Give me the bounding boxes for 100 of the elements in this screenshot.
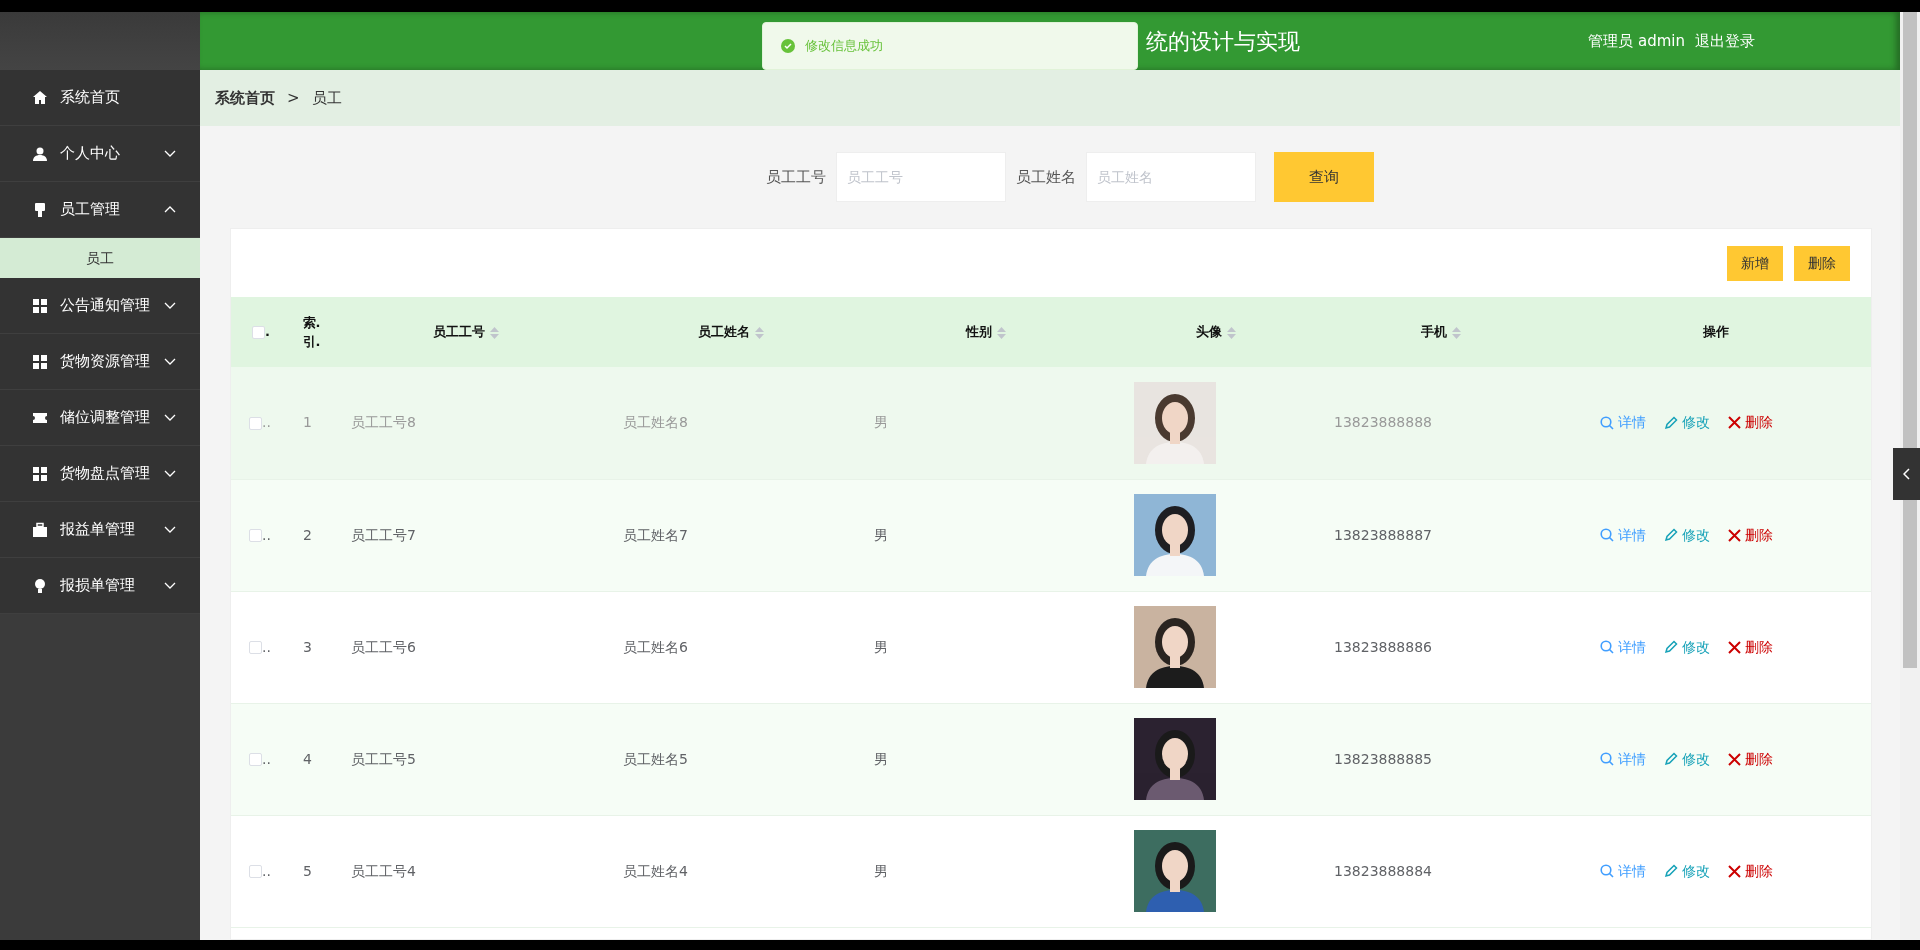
edit-link[interactable]: 修改 — [1664, 524, 1710, 546]
breadcrumb-separator: > — [287, 87, 300, 109]
ellipsis-text: .. — [262, 526, 271, 543]
table-cell: 员工姓名4 — [623, 862, 688, 879]
column-header: 手机 — [1421, 324, 1447, 340]
sidebar-item[interactable]: 报益单管理 — [0, 502, 200, 558]
delete-link[interactable]: 删除 — [1728, 524, 1773, 546]
delete-link[interactable]: 删除 — [1728, 748, 1773, 770]
column-header: 性别 — [966, 324, 992, 340]
table-cell: 男 — [874, 414, 888, 431]
scrollbar[interactable] — [1900, 12, 1920, 940]
table-cell: 13823888886 — [1334, 638, 1432, 655]
table-cell: 13823888884 — [1334, 862, 1432, 879]
search-icon — [1600, 752, 1614, 766]
field-label: 员工工号 — [766, 166, 826, 188]
ellipsis-text: .. — [262, 638, 271, 655]
home-icon — [32, 89, 48, 106]
grid-icon — [32, 353, 48, 370]
ellipsis-text: . — [265, 324, 270, 340]
sort-icon[interactable] — [997, 326, 1006, 339]
sort-icon[interactable] — [1452, 326, 1461, 339]
sidebar-item[interactable]: 个人中心 — [0, 126, 200, 182]
close-icon — [1728, 640, 1741, 654]
sidebar-subitem[interactable]: 员工 — [0, 238, 200, 278]
search-field[interactable]: 员工工号 — [836, 152, 1006, 202]
lightbulb-icon — [32, 577, 48, 594]
table-cell: 男 — [874, 862, 888, 879]
table-cell: 13823888887 — [1334, 526, 1432, 543]
collapse-tab[interactable] — [1893, 448, 1920, 500]
table-cell: 13823888888 — [1334, 414, 1432, 431]
sort-icon[interactable] — [755, 326, 764, 339]
sidebar-item[interactable]: 货物盘点管理 — [0, 446, 200, 502]
delete-button[interactable]: 删除 — [1794, 245, 1850, 281]
edit-link[interactable]: 修改 — [1664, 636, 1710, 658]
table-cell: 员工工号6 — [351, 638, 416, 655]
brush-icon — [32, 201, 48, 218]
sidebar-item[interactable]: 货物资源管理 — [0, 334, 200, 390]
sidebar-item[interactable]: 员工管理 — [0, 182, 200, 238]
sort-icon[interactable] — [1227, 326, 1236, 339]
checkbox[interactable] — [249, 416, 262, 430]
sidebar-item[interactable]: 系统首页 — [0, 70, 200, 126]
search-icon — [1600, 415, 1614, 430]
search-icon — [1600, 864, 1614, 878]
close-icon — [1728, 864, 1741, 878]
toast-message: 修改信息成功 — [805, 37, 883, 56]
search-icon — [1600, 640, 1614, 654]
checkbox[interactable] — [252, 326, 265, 340]
field-label: 员工姓名 — [1016, 166, 1076, 188]
row-index: 3 — [303, 638, 312, 655]
column-header: 员工姓名 — [698, 324, 750, 340]
sort-icon[interactable] — [490, 326, 499, 339]
table-cell: 员工工号4 — [351, 862, 416, 879]
search-button[interactable]: 查询 — [1274, 152, 1374, 202]
grid-icon — [32, 297, 48, 314]
close-icon — [1728, 528, 1741, 542]
table-cell: 员工工号7 — [351, 526, 416, 543]
checkbox[interactable] — [249, 753, 262, 766]
table-cell: 员工姓名6 — [623, 638, 688, 655]
checkbox[interactable] — [249, 641, 262, 654]
user-icon — [32, 145, 48, 162]
table-cell: 男 — [874, 750, 888, 767]
delete-link[interactable]: 删除 — [1728, 860, 1773, 882]
close-icon — [1728, 416, 1741, 430]
search-icon — [1600, 528, 1614, 542]
search-field[interactable]: 员工姓名 — [1086, 152, 1256, 202]
sidebar-item[interactable]: 报损单管理 — [0, 558, 200, 614]
row-index: 1 — [303, 414, 312, 431]
chevron-left-icon — [1902, 468, 1911, 480]
delete-link[interactable]: 删除 — [1728, 412, 1773, 434]
pencil-icon — [1664, 415, 1678, 430]
column-header: 操作 — [1703, 324, 1729, 340]
sidebar-item[interactable]: 储位调整管理 — [0, 390, 200, 446]
add-button[interactable]: 新增 — [1727, 245, 1783, 281]
table-cell: 13823888885 — [1334, 750, 1432, 767]
grid-icon — [32, 465, 48, 482]
table-cell: 员工工号8 — [351, 414, 416, 431]
ellipsis-text: .. — [262, 750, 271, 767]
checkbox[interactable] — [249, 865, 262, 878]
table-cell: 男 — [874, 526, 888, 543]
column-header: 员工工号 — [433, 324, 485, 340]
edit-link[interactable]: 修改 — [1664, 860, 1710, 882]
table-cell: 员工姓名7 — [623, 526, 688, 543]
pencil-icon — [1664, 640, 1678, 654]
delete-link[interactable]: 删除 — [1728, 636, 1773, 658]
pencil-icon — [1664, 752, 1678, 766]
briefcase-icon — [32, 521, 48, 538]
edit-link[interactable]: 修改 — [1664, 748, 1710, 770]
logout-link[interactable]: 退出登录 — [1695, 29, 1755, 53]
pencil-icon — [1664, 864, 1678, 878]
row-index: 4 — [303, 750, 312, 767]
close-icon — [1728, 752, 1741, 766]
row-index: 5 — [303, 862, 312, 879]
ellipsis-text: .. — [262, 414, 271, 431]
app-title: 统的设计与实现 — [1146, 27, 1300, 56]
checkbox[interactable] — [249, 529, 262, 542]
sidebar-item[interactable]: 公告通知管理 — [0, 278, 200, 334]
table-cell: 员工姓名5 — [623, 750, 688, 767]
table-cell: 员工工号5 — [351, 750, 416, 767]
check-circle-icon — [781, 39, 795, 53]
breadcrumb-link[interactable]: 系统首页 — [215, 86, 275, 110]
